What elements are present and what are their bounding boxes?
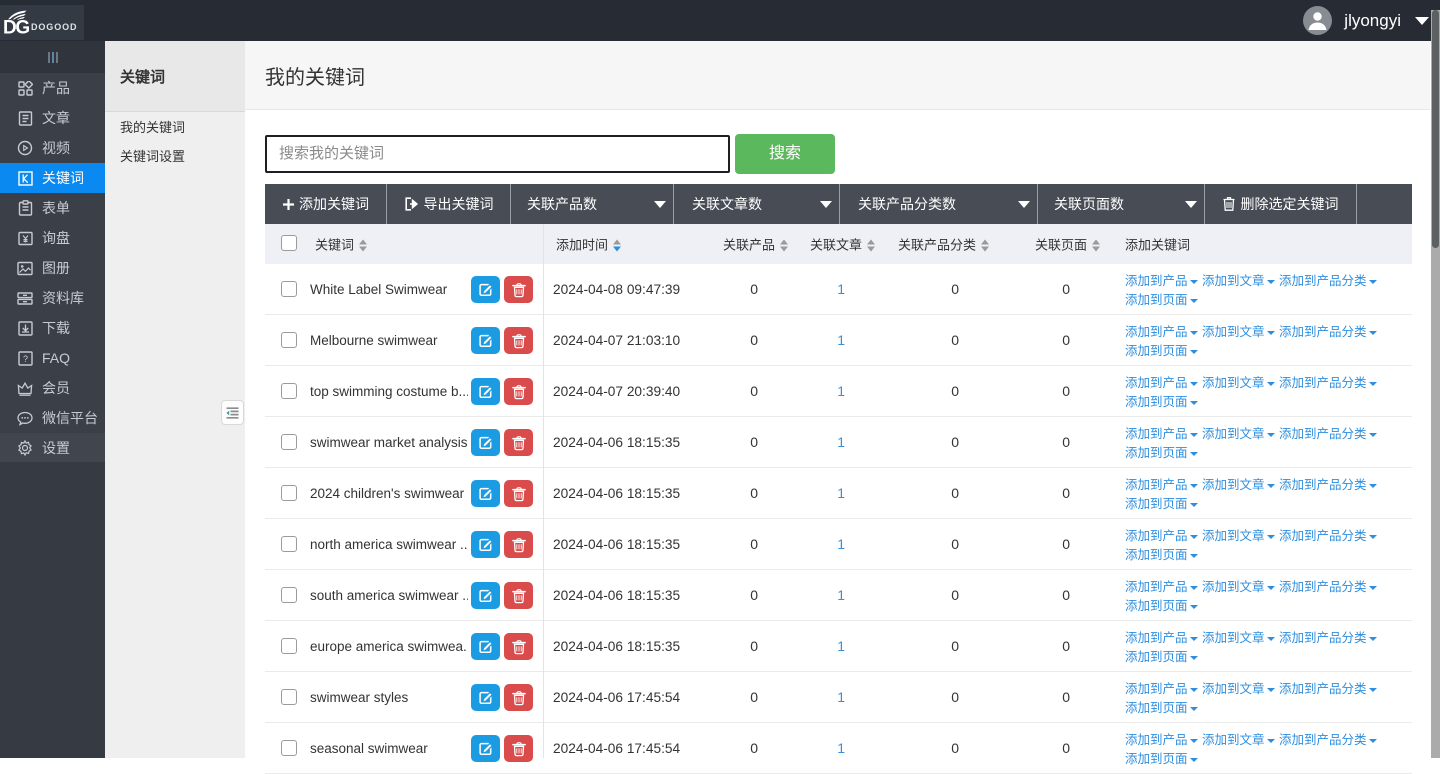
svg-text:?: ? <box>22 354 27 364</box>
svg-text:DOGOOD: DOGOOD <box>31 22 77 32</box>
svg-text:DG: DG <box>3 18 29 39</box>
